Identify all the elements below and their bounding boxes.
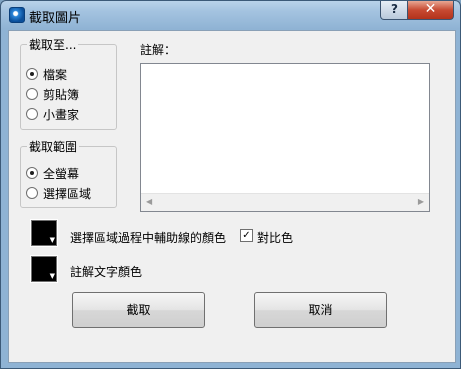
radio-file-label[interactable]: 檔案 bbox=[43, 66, 67, 83]
contrast-label[interactable]: 對比色 bbox=[257, 229, 293, 246]
radio-fullscreen-label[interactable]: 全螢幕 bbox=[43, 165, 79, 182]
help-button[interactable]: ? bbox=[380, 1, 409, 20]
app-icon bbox=[9, 7, 25, 23]
radio-paint-label[interactable]: 小畫家 bbox=[43, 106, 79, 123]
capture-to-group: 截取至... 檔案 剪貼簿 小畫家 bbox=[20, 36, 117, 130]
note-textarea[interactable]: ◀ ▶ bbox=[140, 63, 430, 212]
radio-file-button[interactable] bbox=[26, 68, 38, 80]
window-title: 截取圖片 bbox=[29, 11, 82, 26]
dropdown-arrow-icon: ▼ bbox=[49, 236, 55, 244]
note-text-color-label: 註解文字顏色 bbox=[70, 265, 143, 279]
radio-clipboard-label[interactable]: 剪貼簿 bbox=[43, 86, 79, 103]
capture-dialog: 截取圖片 ? ✕ 截取至... 檔案 剪貼簿 小畫家 截取範圍 全螢幕 選擇區域… bbox=[0, 0, 461, 369]
capture-button[interactable]: 截取 bbox=[72, 292, 205, 328]
radio-clipboard-button[interactable] bbox=[26, 88, 38, 100]
capture-range-title: 截取範圍 bbox=[27, 138, 80, 155]
scroll-right-icon[interactable]: ▶ bbox=[418, 197, 424, 206]
title-bar[interactable]: 截取圖片 ? ✕ bbox=[1, 1, 460, 29]
radio-select-region-label[interactable]: 選擇區域 bbox=[43, 185, 91, 202]
capture-range-group: 截取範圍 全螢幕 選擇區域 bbox=[20, 138, 117, 208]
radio-paint-button[interactable] bbox=[26, 108, 38, 120]
cancel-button[interactable]: 取消 bbox=[254, 292, 387, 328]
note-label: 註解： bbox=[140, 43, 177, 57]
note-text-color-swatch[interactable]: ▼ bbox=[30, 255, 58, 283]
close-button[interactable]: ✕ bbox=[407, 1, 454, 20]
guide-color-swatch[interactable]: ▼ bbox=[30, 219, 58, 247]
guide-color-label: 選擇區域過程中輔助線的顏色 bbox=[70, 231, 227, 245]
scroll-left-icon[interactable]: ◀ bbox=[146, 197, 152, 206]
dropdown-arrow-icon: ▼ bbox=[49, 272, 55, 280]
capture-to-title: 截取至... bbox=[27, 36, 79, 53]
radio-select-region-button[interactable] bbox=[26, 187, 38, 199]
note-horizontal-scrollbar[interactable]: ◀ ▶ bbox=[141, 193, 429, 211]
contrast-checkbox[interactable]: ✓ bbox=[240, 229, 253, 242]
radio-fullscreen-button[interactable] bbox=[26, 167, 38, 179]
dialog-body: 截取至... 檔案 剪貼簿 小畫家 截取範圍 全螢幕 選擇區域 註解： ◀ ▶ … bbox=[8, 30, 456, 363]
